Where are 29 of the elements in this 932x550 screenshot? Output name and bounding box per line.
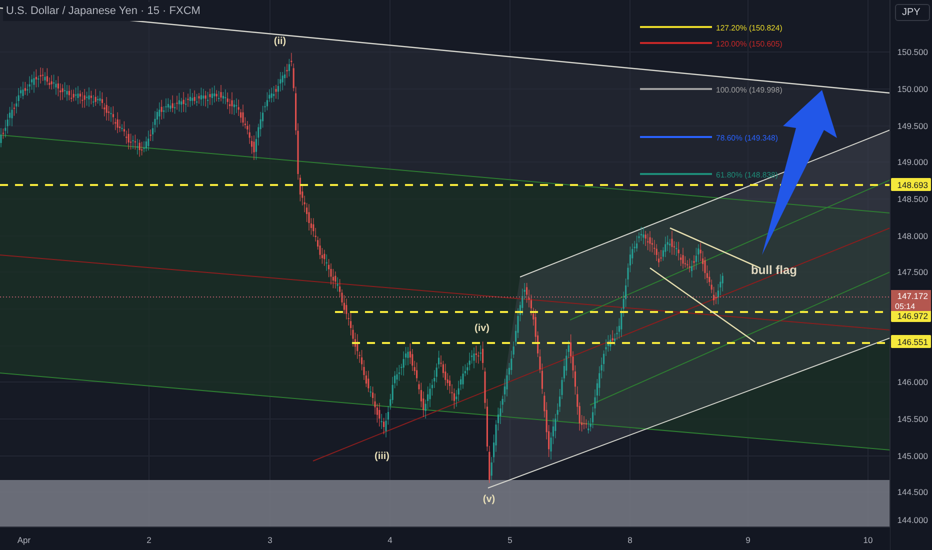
price-tag: 148.693 <box>891 178 931 191</box>
price-tag: 146.551 <box>891 335 931 348</box>
wave-label: (iv) <box>474 323 490 334</box>
time-axis-label: 8 <box>628 535 632 545</box>
price-axis-label: 148.500 <box>897 194 928 204</box>
time-axis-label: 10 <box>863 535 873 545</box>
time-axis-label: 2 <box>146 535 152 545</box>
time-axis-label: 3 <box>268 535 272 545</box>
price-axis-label: 150.000 <box>897 84 928 94</box>
price-axis-label: 144.000 <box>897 515 928 525</box>
wave-label: (iii) <box>374 451 390 462</box>
time-axis-label: 5 <box>508 535 512 545</box>
wave-label: (ii) <box>274 36 286 47</box>
price-axis-label: 149.500 <box>897 121 928 131</box>
price-axis-label: 149.000 <box>897 157 928 167</box>
price-axis-label: 145.500 <box>897 414 928 424</box>
current-price-tag: 147.172 05:14 <box>891 290 931 311</box>
price-axis-label: 144.500 <box>897 487 928 497</box>
price-axis-label: 146.000 <box>897 377 928 387</box>
price-axis-label: 145.000 <box>897 451 928 461</box>
price-axis-label: 150.500 <box>897 47 928 57</box>
time-axis-label: 9 <box>746 535 750 545</box>
time-axis-label: 4 <box>388 535 392 545</box>
wave-label: (v) <box>482 494 496 505</box>
annotation-label: bull flag <box>751 263 797 277</box>
currency-button[interactable]: JPY <box>895 4 930 21</box>
time-axis-label: Apr <box>17 535 31 545</box>
price-axis-label: 148.000 <box>897 231 928 241</box>
price-axis-label: 147.500 <box>897 267 928 277</box>
